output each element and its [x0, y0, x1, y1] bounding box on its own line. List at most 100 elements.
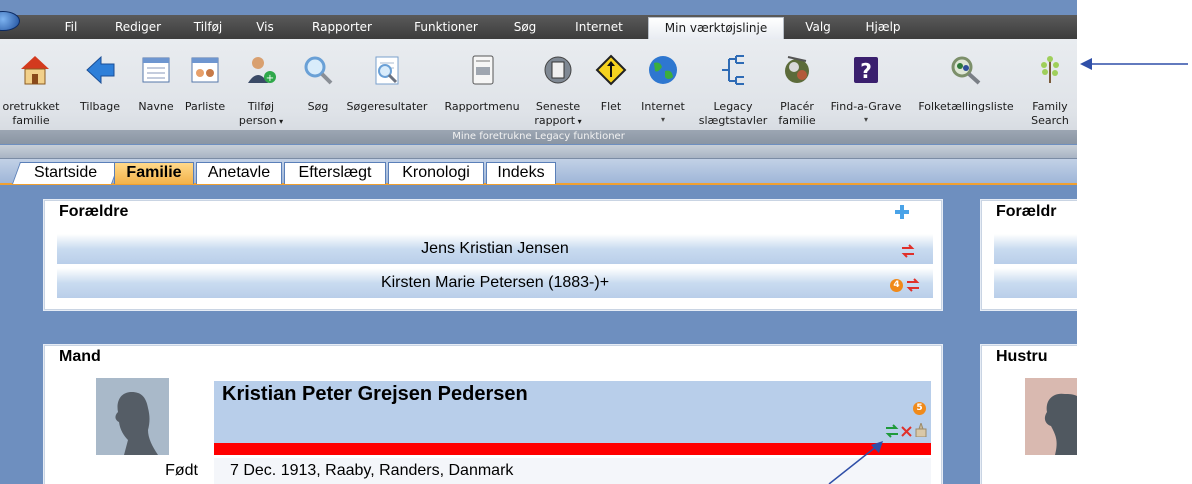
merge-button[interactable]: Flet: [591, 45, 631, 129]
names-button[interactable]: Navne: [133, 45, 179, 129]
back-arrow-icon: [86, 55, 115, 85]
add-person-button[interactable]: + Tilføj person ▾: [233, 45, 289, 129]
wife-portrait-placeholder-icon[interactable]: [1025, 378, 1077, 455]
tab-anetavle[interactable]: Anetavle: [196, 162, 282, 184]
wife-father-name-row[interactable]: [994, 234, 1077, 264]
legacy-charts-label-2: slægtstavler: [698, 114, 768, 127]
unlink-x-icon[interactable]: [901, 426, 912, 437]
tab-familie[interactable]: Familie: [114, 162, 194, 184]
wife-parents-panel-title: Forældr: [996, 203, 1057, 220]
menu-valg[interactable]: Valg: [798, 15, 838, 39]
born-label: Født: [165, 462, 198, 479]
menu-rapporter[interactable]: Rapporter: [305, 15, 379, 39]
church-icon[interactable]: [914, 423, 928, 437]
menu-internet[interactable]: Internet: [568, 15, 630, 39]
father-name: Jens Kristian Jensen: [421, 240, 569, 257]
names-label: Navne: [138, 100, 174, 113]
ribbon-group-label: Mine foretrukne Legacy funktioner: [0, 130, 1077, 144]
svg-text:+: +: [266, 73, 274, 84]
merge-label: Flet: [600, 100, 622, 113]
dropdown-caret-icon: ▾: [863, 115, 868, 124]
mother-badge: 4: [890, 279, 903, 292]
internet-label: Internet: [641, 100, 685, 113]
search-label: Søg: [307, 100, 329, 113]
add-person-icon: +: [248, 57, 276, 84]
place-family-icon: [785, 56, 809, 83]
swap-spouse-icon[interactable]: [885, 424, 899, 438]
menu-min-vaerktojslinje[interactable]: Min værktøjslinje: [648, 17, 784, 39]
internet-button[interactable]: Internet ▾: [636, 45, 690, 129]
add-person-label-2-wrap: person ▾: [233, 114, 289, 129]
add-parents-plus-icon[interactable]: [895, 205, 909, 219]
swap-father-icon[interactable]: [901, 244, 915, 258]
legacy-app-window: Fil Rediger Tilføj Vis Rapporter Funktio…: [0, 0, 1077, 484]
menu-funktioner[interactable]: Funktioner: [405, 15, 487, 39]
menu-vis[interactable]: Vis: [250, 15, 280, 39]
view-tab-bar: Startside Familie Anetavle Efterslægt Kr…: [0, 159, 1077, 185]
tab-efterslaegt[interactable]: Efterslægt: [284, 162, 386, 184]
search-results-button[interactable]: Søgeresultater: [342, 45, 432, 129]
recent-report-icon: [544, 56, 572, 84]
tab-indeks[interactable]: Indeks: [486, 162, 556, 184]
menu-rediger[interactable]: Rediger: [110, 15, 166, 39]
find-a-grave-button[interactable]: ? Find-a-Grave ▾: [824, 45, 908, 129]
wife-parents-panel: Forældr: [981, 200, 1077, 310]
recent-report-label-1: Seneste: [535, 100, 581, 113]
house-icon: [21, 56, 49, 85]
census-icon: [951, 56, 981, 85]
parents-panel-title: Forældre: [59, 203, 129, 220]
report-menu-label: Rapportmenu: [444, 100, 520, 113]
mother-name: Kirsten Marie Petersen (1883-)+: [380, 274, 610, 291]
globe-icon: [649, 56, 677, 84]
favorite-family-label-1: oretrukket: [2, 100, 60, 113]
legacy-charts-button[interactable]: Legacy slægtstavler: [693, 45, 773, 129]
dropdown-caret-icon: ▾: [575, 117, 582, 126]
annotation-arrow-icon: [828, 441, 883, 484]
add-person-label-2: person: [238, 114, 277, 127]
wife-panel-title: Hustru: [996, 348, 1048, 365]
family-search-button[interactable]: Family Search: [1024, 45, 1076, 129]
favorite-family-button[interactable]: oretrukket familie: [0, 45, 70, 129]
husband-name-row[interactable]: Kristian Peter Grejsen Pedersen: [214, 381, 931, 443]
mother-name-row[interactable]: Kirsten Marie Petersen (1883-)+: [57, 268, 933, 298]
parents-panel: Forældre Jens Kristian Jensen Kirsten Ma…: [44, 200, 942, 310]
family-search-icon: [1041, 56, 1059, 83]
recent-report-button[interactable]: Seneste rapport ▾: [530, 45, 586, 129]
born-field[interactable]: 7 Dec. 1913, Raaby, Randers, Danmark: [214, 458, 931, 484]
couples-list-label: Parliste: [184, 100, 226, 113]
father-name-row[interactable]: Jens Kristian Jensen: [57, 234, 933, 264]
place-family-label-2: familie: [778, 114, 816, 127]
census-list-label: Folketællingsliste: [918, 100, 1014, 113]
back-button[interactable]: Tilbage: [75, 45, 125, 129]
add-person-label-1: Tilføj: [247, 100, 275, 113]
dropdown-caret-icon: ▾: [660, 115, 665, 124]
wife-mother-name-row[interactable]: [994, 268, 1077, 298]
husband-name: Kristian Peter Grejsen Pedersen: [222, 383, 528, 405]
app-menu-orb-icon[interactable]: [0, 11, 20, 31]
report-menu-button[interactable]: Rapportmenu: [440, 45, 524, 129]
family-search-label-2: Search: [1031, 114, 1069, 127]
tab-kronologi[interactable]: Kronologi: [388, 162, 484, 184]
report-menu-icon: [472, 55, 494, 85]
swap-mother-icon[interactable]: [906, 278, 920, 292]
tab-startside[interactable]: Startside: [11, 162, 121, 184]
search-results-label: Søgeresultater: [346, 100, 428, 113]
menu-fil[interactable]: Fil: [56, 15, 86, 39]
menu-hjaelp[interactable]: Hjælp: [860, 15, 906, 39]
menu-sog[interactable]: Søg: [507, 15, 543, 39]
menu-tilfoj[interactable]: Tilføj: [185, 15, 231, 39]
names-list-icon: [142, 57, 170, 83]
tab-startside-label: Startside: [34, 164, 98, 181]
charts-icon: [722, 55, 744, 85]
search-button[interactable]: Søg: [298, 45, 338, 129]
census-list-button[interactable]: Folketællingsliste: [910, 45, 1022, 129]
find-a-grave-icon: ?: [854, 57, 878, 83]
place-family-button[interactable]: Placér familie: [774, 45, 820, 129]
menu-bar: Fil Rediger Tilføj Vis Rapporter Funktio…: [0, 11, 1077, 39]
dropdown-caret-icon: ▾: [276, 117, 284, 126]
ribbon-separator: [0, 145, 1077, 159]
couples-list-button[interactable]: Parliste: [182, 45, 228, 129]
favorite-family-label-2: familie: [12, 114, 50, 127]
husband-portrait-placeholder-icon[interactable]: [96, 378, 169, 455]
recent-report-label-2: rapport: [534, 114, 576, 127]
